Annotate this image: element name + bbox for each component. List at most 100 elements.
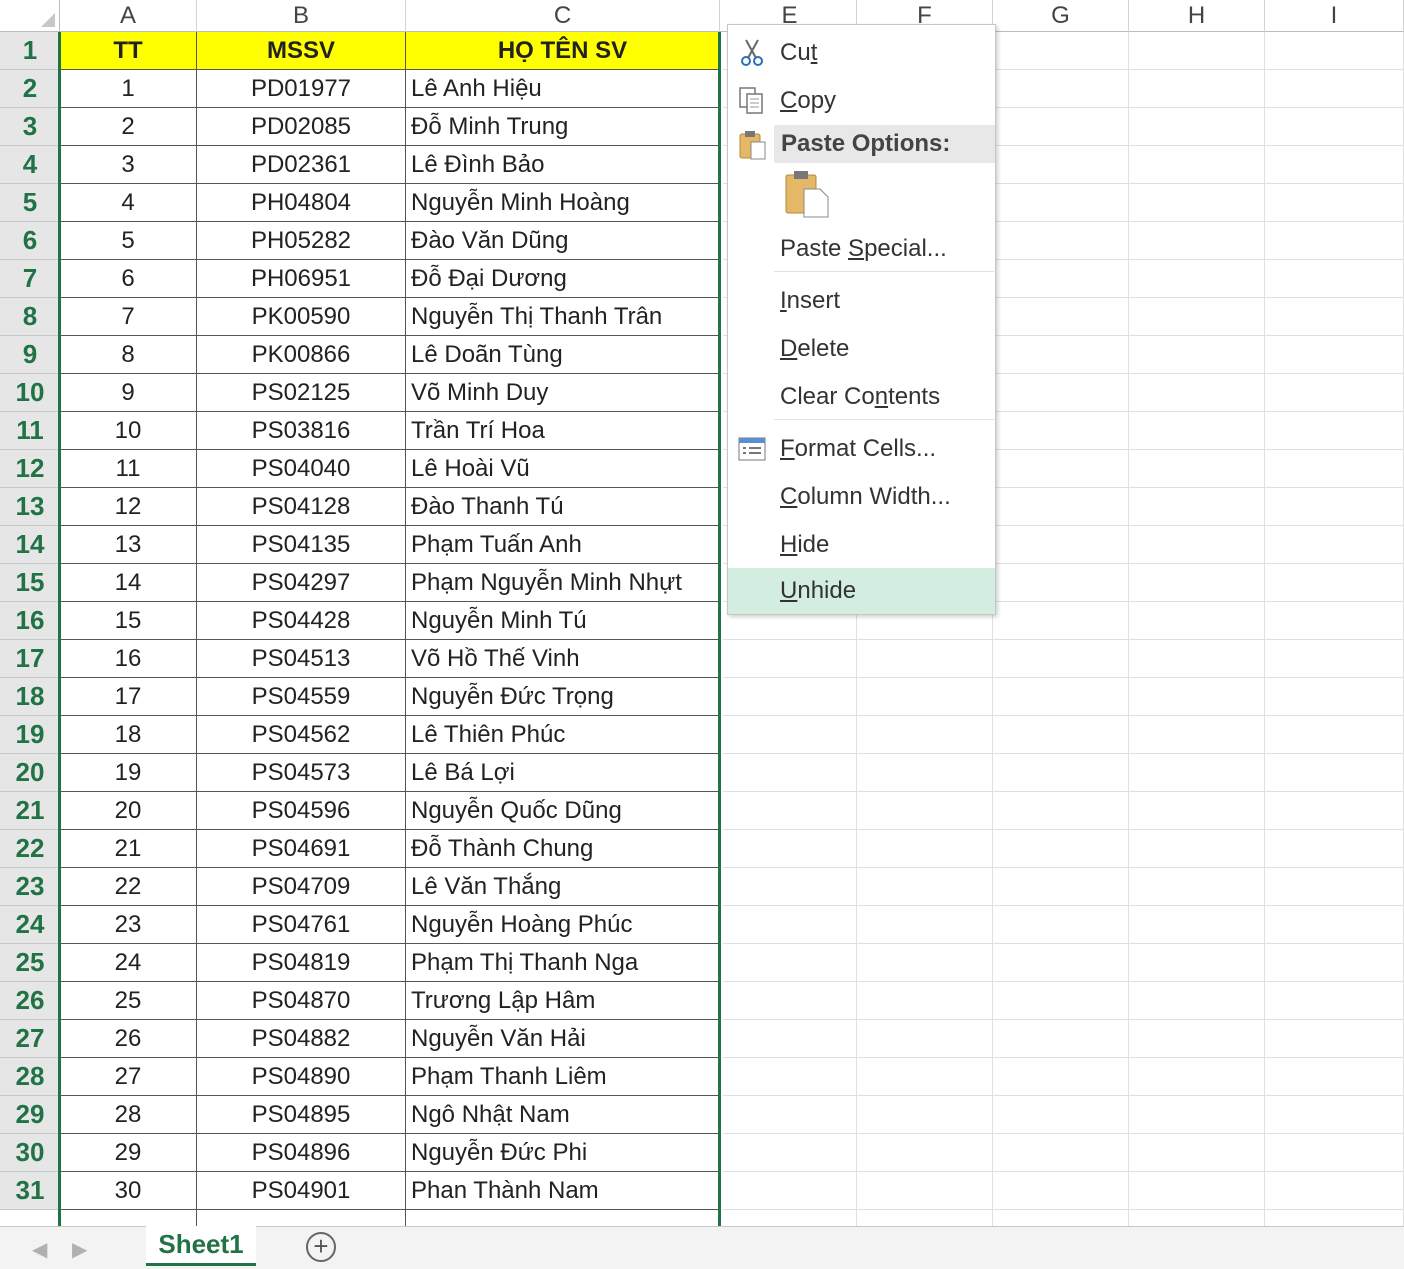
cell-name[interactable]: Nguyễn Văn Hải	[406, 1020, 720, 1058]
empty-cell[interactable]	[1129, 754, 1265, 792]
row-header[interactable]: 1	[0, 32, 60, 70]
column-header-g[interactable]: G	[993, 0, 1129, 32]
row-header[interactable]: 23	[0, 868, 60, 906]
menu-item-delete[interactable]: Delete	[728, 326, 995, 372]
row-header[interactable]: 26	[0, 982, 60, 1020]
empty-cell[interactable]	[993, 830, 1129, 868]
cell-tt[interactable]: 20	[60, 792, 197, 830]
empty-cell[interactable]	[723, 830, 857, 868]
empty-cell[interactable]	[857, 716, 993, 754]
empty-cell[interactable]	[857, 830, 993, 868]
empty-cell[interactable]	[1265, 450, 1404, 488]
empty-cell[interactable]	[1129, 982, 1265, 1020]
empty-cell[interactable]	[723, 678, 857, 716]
cell-name[interactable]: Phạm Thị Thanh Nga	[406, 944, 720, 982]
row-header[interactable]: 28	[0, 1058, 60, 1096]
row-header[interactable]: 15	[0, 564, 60, 602]
row-header[interactable]: 13	[0, 488, 60, 526]
empty-cell[interactable]	[993, 716, 1129, 754]
empty-cell[interactable]	[1129, 412, 1265, 450]
empty-cell[interactable]	[993, 260, 1129, 298]
header-tt[interactable]: TT	[60, 32, 197, 70]
cell-mssv[interactable]: PD02361	[197, 146, 406, 184]
row-header[interactable]: 18	[0, 678, 60, 716]
header-name[interactable]: HỌ TÊN SV	[406, 32, 720, 70]
scroll-tabs-left-icon[interactable]: ◀	[32, 1237, 47, 1262]
empty-cell[interactable]	[1265, 1096, 1404, 1134]
cell-tt[interactable]: 19	[60, 754, 197, 792]
cell-name[interactable]: Nguyễn Minh Hoàng	[406, 184, 720, 222]
cell-tt[interactable]: 17	[60, 678, 197, 716]
cell-tt[interactable]: 2	[60, 108, 197, 146]
cell-tt[interactable]: 16	[60, 640, 197, 678]
cell-tt[interactable]: 23	[60, 906, 197, 944]
empty-cell[interactable]	[1265, 488, 1404, 526]
empty-cell[interactable]	[993, 1020, 1129, 1058]
empty-cell[interactable]	[1265, 184, 1404, 222]
empty-cell[interactable]	[1265, 108, 1404, 146]
empty-cell[interactable]	[723, 868, 857, 906]
empty-cell[interactable]	[1129, 488, 1265, 526]
cell-name[interactable]: Đào Thanh Tú	[406, 488, 720, 526]
cell-tt[interactable]: 28	[60, 1096, 197, 1134]
empty-cell[interactable]	[723, 1096, 857, 1134]
empty-cell[interactable]	[723, 944, 857, 982]
menu-item-paste-special[interactable]: Paste Special...	[728, 226, 995, 272]
cell-name[interactable]: Lê Thiên Phúc	[406, 716, 720, 754]
cell-name[interactable]: Trương Lập Hâm	[406, 982, 720, 1020]
cell-mssv[interactable]: PS04596	[197, 792, 406, 830]
empty-cell[interactable]	[1265, 222, 1404, 260]
cell-name[interactable]: Võ Hồ Thế Vinh	[406, 640, 720, 678]
cell-mssv[interactable]: PS04882	[197, 1020, 406, 1058]
empty-cell[interactable]	[1129, 1058, 1265, 1096]
row-header[interactable]: 11	[0, 412, 60, 450]
empty-cell[interactable]	[1129, 1134, 1265, 1172]
cell-name[interactable]: Phạm Tuấn Anh	[406, 526, 720, 564]
paste-option-icon[interactable]	[784, 169, 830, 219]
empty-cell[interactable]	[1265, 146, 1404, 184]
empty-cell[interactable]	[1265, 564, 1404, 602]
cell-name[interactable]: Phan Thành Nam	[406, 1172, 720, 1210]
cell-tt[interactable]: 1	[60, 70, 197, 108]
cell-mssv[interactable]	[197, 1210, 406, 1226]
empty-cell[interactable]	[1129, 374, 1265, 412]
empty-cell[interactable]	[993, 108, 1129, 146]
row-header[interactable]: 12	[0, 450, 60, 488]
sheet-tab-sheet1[interactable]: Sheet1	[146, 1226, 256, 1266]
empty-cell[interactable]	[723, 640, 857, 678]
cell-mssv[interactable]: PS04040	[197, 450, 406, 488]
empty-cell[interactable]	[857, 982, 993, 1020]
empty-cell[interactable]	[857, 1210, 993, 1226]
column-header-a[interactable]: A	[60, 0, 197, 32]
empty-cell[interactable]	[1129, 640, 1265, 678]
cell-mssv[interactable]: PS04428	[197, 602, 406, 640]
empty-cell[interactable]	[1265, 754, 1404, 792]
row-header[interactable]: 29	[0, 1096, 60, 1134]
cell-name[interactable]: Lê Hoài Vũ	[406, 450, 720, 488]
cell-tt[interactable]: 7	[60, 298, 197, 336]
row-header[interactable]: 3	[0, 108, 60, 146]
cell-name[interactable]: Nguyễn Đức Trọng	[406, 678, 720, 716]
cell-tt[interactable]: 25	[60, 982, 197, 1020]
empty-cell[interactable]	[857, 1134, 993, 1172]
cell-tt[interactable]: 5	[60, 222, 197, 260]
cell-tt[interactable]: 12	[60, 488, 197, 526]
cell-mssv[interactable]: PH05282	[197, 222, 406, 260]
empty-cell[interactable]	[1129, 678, 1265, 716]
row-header[interactable]: 5	[0, 184, 60, 222]
empty-cell[interactable]	[993, 374, 1129, 412]
cell-mssv[interactable]: PS04819	[197, 944, 406, 982]
empty-cell[interactable]	[857, 792, 993, 830]
column-header-b[interactable]: B	[197, 0, 406, 32]
cell-tt[interactable]: 24	[60, 944, 197, 982]
cell-mssv[interactable]: PS02125	[197, 374, 406, 412]
empty-cell[interactable]	[993, 336, 1129, 374]
empty-cell[interactable]	[723, 1172, 857, 1210]
empty-cell[interactable]	[1265, 792, 1404, 830]
cell-tt[interactable]: 29	[60, 1134, 197, 1172]
empty-cell[interactable]	[1129, 1096, 1265, 1134]
cell-name[interactable]: Ngô Nhật Nam	[406, 1096, 720, 1134]
empty-cell[interactable]	[1129, 450, 1265, 488]
empty-cell[interactable]	[993, 678, 1129, 716]
cell-name[interactable]: Nguyễn Quốc Dũng	[406, 792, 720, 830]
